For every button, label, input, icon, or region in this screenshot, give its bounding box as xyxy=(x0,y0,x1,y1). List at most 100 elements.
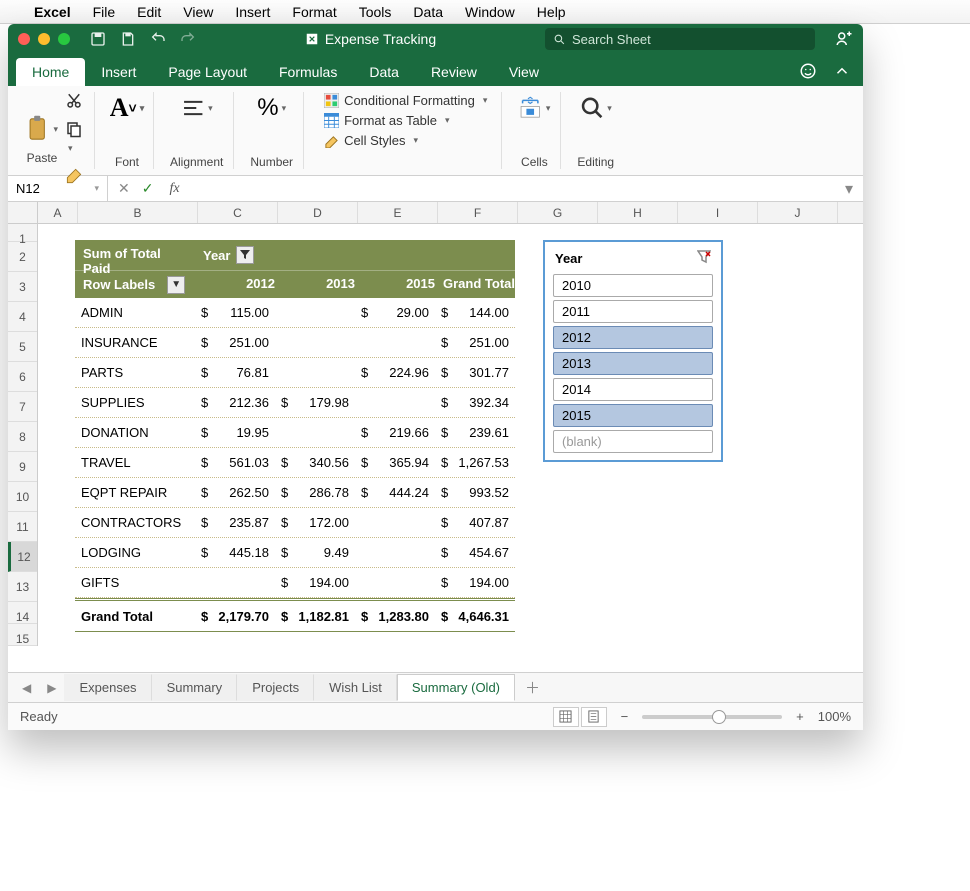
col-header-D[interactable]: D xyxy=(278,202,358,223)
year-filter-icon[interactable] xyxy=(236,246,254,264)
row-header-6[interactable]: 6 xyxy=(8,362,37,392)
name-box[interactable]: N12 xyxy=(8,176,108,201)
row-header-4[interactable]: 4 xyxy=(8,302,37,332)
row-header-1[interactable]: 1 xyxy=(8,224,37,242)
row-header-3[interactable]: 3 xyxy=(8,272,37,302)
copy-icon[interactable] xyxy=(65,120,83,156)
sheet-tab-summary[interactable]: Summary xyxy=(152,674,238,701)
add-sheet-button[interactable]: ＋ xyxy=(515,672,550,703)
pivot-value[interactable]: $301.77 xyxy=(435,365,515,380)
select-all-corner[interactable] xyxy=(8,202,38,224)
pivot-value[interactable]: $179.98 xyxy=(275,395,355,410)
col-header-G[interactable]: G xyxy=(518,202,598,223)
pivot-value[interactable]: $194.00 xyxy=(275,575,355,590)
row-header-2[interactable]: 2 xyxy=(8,242,37,272)
col-header-B[interactable]: B xyxy=(78,202,198,223)
save-icon[interactable] xyxy=(120,31,136,47)
close-button[interactable] xyxy=(18,33,30,45)
row-header-13[interactable]: 13 xyxy=(8,572,37,602)
pivot-value[interactable]: $219.66 xyxy=(355,425,435,440)
pivot-value[interactable]: $144.00 xyxy=(435,305,515,320)
col-header-F[interactable]: F xyxy=(438,202,518,223)
slicer-item-2013[interactable]: 2013 xyxy=(553,352,713,375)
pivot-value[interactable]: $1,182.81 xyxy=(275,609,355,624)
pivot-value[interactable]: $2,179.70 xyxy=(195,609,275,624)
pivot-value[interactable]: $172.00 xyxy=(275,515,355,530)
alignment-button[interactable] xyxy=(181,92,213,124)
pivot-value[interactable]: $445.18 xyxy=(195,545,275,560)
zoom-in-button[interactable]: + xyxy=(796,709,804,724)
pivot-row-label[interactable]: CONTRACTORS xyxy=(75,515,195,530)
pivot-value[interactable]: $340.56 xyxy=(275,455,355,470)
number-button[interactable]: % xyxy=(256,92,288,124)
fx-icon[interactable]: fx xyxy=(163,181,185,197)
font-button[interactable]: A˅ xyxy=(111,92,143,124)
row-header-14[interactable]: 14 xyxy=(8,602,37,624)
cut-icon[interactable] xyxy=(65,92,83,110)
pivot-value[interactable]: $251.00 xyxy=(435,335,515,350)
app-name[interactable]: Excel xyxy=(34,4,71,20)
pivot-row-label[interactable]: ADMIN xyxy=(75,305,195,320)
col-header-A[interactable]: A xyxy=(38,202,78,223)
slicer-clear-filter-icon[interactable] xyxy=(697,250,711,267)
sheet-nav-next[interactable]: ▶ xyxy=(39,681,64,695)
menu-insert[interactable]: Insert xyxy=(235,4,270,20)
cancel-icon[interactable]: ✕ xyxy=(118,180,130,197)
pivot-value[interactable]: $19.95 xyxy=(195,425,275,440)
slicer-item-2011[interactable]: 2011 xyxy=(553,300,713,323)
row-header-8[interactable]: 8 xyxy=(8,422,37,452)
pivot-value[interactable]: $115.00 xyxy=(195,305,275,320)
save-workspace-icon[interactable] xyxy=(90,31,106,47)
pivot-value[interactable]: $1,267.53 xyxy=(435,455,515,470)
pivot-value[interactable]: $251.00 xyxy=(195,335,275,350)
pivot-row-label[interactable]: PARTS xyxy=(75,365,195,380)
pivot-value[interactable]: $29.00 xyxy=(355,305,435,320)
pivot-value[interactable]: $262.50 xyxy=(195,485,275,500)
pivot-value[interactable]: $194.00 xyxy=(435,575,515,590)
sheet-tab-wish-list[interactable]: Wish List xyxy=(314,674,397,701)
zoom-level[interactable]: 100% xyxy=(818,709,851,724)
slicer-item-2012[interactable]: 2012 xyxy=(553,326,713,349)
search-sheet[interactable]: Search Sheet xyxy=(545,28,815,50)
menu-edit[interactable]: Edit xyxy=(137,4,161,20)
pivot-row-label[interactable]: INSURANCE xyxy=(75,335,195,350)
cell-styles-button[interactable]: Cell Styles xyxy=(320,132,491,149)
undo-icon[interactable] xyxy=(150,31,166,47)
pivot-value[interactable]: $365.94 xyxy=(355,455,435,470)
col-header-C[interactable]: C xyxy=(198,202,278,223)
col-header-H[interactable]: H xyxy=(598,202,678,223)
row-header-10[interactable]: 10 xyxy=(8,482,37,512)
pivot-value[interactable]: $239.61 xyxy=(435,425,515,440)
menu-view[interactable]: View xyxy=(183,4,213,20)
zoom-slider[interactable] xyxy=(642,715,782,719)
pivot-value[interactable]: $392.34 xyxy=(435,395,515,410)
row-header-12[interactable]: 12 xyxy=(8,542,37,572)
sheet-nav-prev[interactable]: ◀ xyxy=(14,681,39,695)
pivot-row-label[interactable]: LODGING xyxy=(75,545,195,560)
year-slicer[interactable]: Year 201020112012201320142015(blank) xyxy=(543,240,723,462)
enter-icon[interactable]: ✓ xyxy=(142,180,154,197)
zoom-out-button[interactable]: − xyxy=(621,709,629,724)
pivot-value[interactable]: $224.96 xyxy=(355,365,435,380)
pivot-row-label[interactable]: DONATION xyxy=(75,425,195,440)
pivot-value[interactable]: $212.36 xyxy=(195,395,275,410)
sheet-tab-expenses[interactable]: Expenses xyxy=(64,674,151,701)
collapse-ribbon-icon[interactable] xyxy=(833,62,851,80)
tab-data[interactable]: Data xyxy=(353,58,415,86)
col-header-I[interactable]: I xyxy=(678,202,758,223)
page-layout-view-icon[interactable] xyxy=(581,707,607,727)
col-header-E[interactable]: E xyxy=(358,202,438,223)
pivot-value[interactable]: $561.03 xyxy=(195,455,275,470)
tab-review[interactable]: Review xyxy=(415,58,493,86)
sheet-tab-projects[interactable]: Projects xyxy=(237,674,314,701)
pivot-value[interactable]: $454.67 xyxy=(435,545,515,560)
tab-page-layout[interactable]: Page Layout xyxy=(152,58,263,86)
menu-window[interactable]: Window xyxy=(465,4,515,20)
pivot-value[interactable]: $407.87 xyxy=(435,515,515,530)
pivot-value[interactable]: $235.87 xyxy=(195,515,275,530)
format-as-table-button[interactable]: Format as Table xyxy=(320,112,491,129)
menu-tools[interactable]: Tools xyxy=(359,4,392,20)
tab-view[interactable]: View xyxy=(493,58,555,86)
menu-help[interactable]: Help xyxy=(537,4,566,20)
row-header-15[interactable]: 15 xyxy=(8,624,37,646)
